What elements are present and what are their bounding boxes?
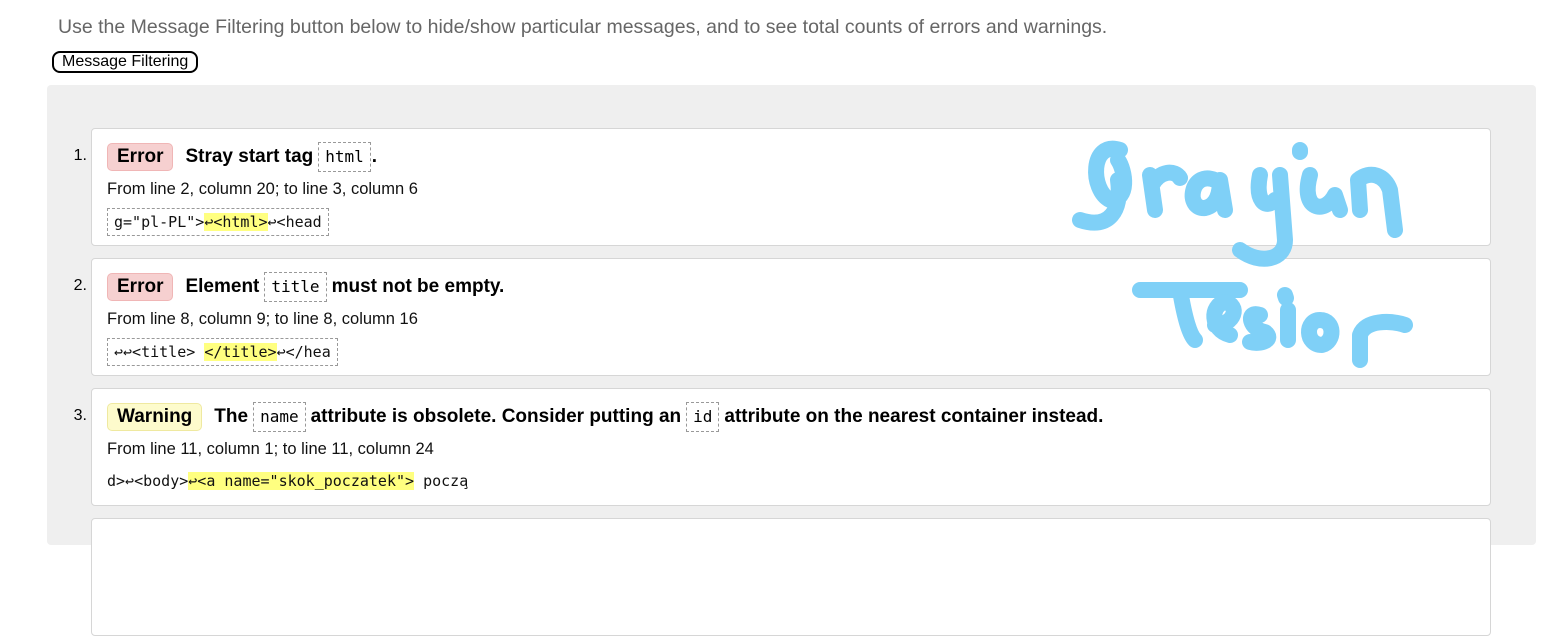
message-headline: Warning The name attribute is obsolete. … [107, 401, 1103, 433]
message-item-4 [91, 518, 1491, 636]
extract-highlight: ↩<html> [204, 213, 268, 231]
message-number: 1. [73, 147, 87, 164]
message-number: 3. [73, 407, 87, 424]
message-text-middle: attribute is obsolete. Consider putting … [310, 406, 682, 427]
message-text-end: . [371, 146, 378, 167]
message-text: Element [185, 276, 260, 297]
extract-after: ↩<head [267, 213, 322, 231]
code-snippet: name [253, 402, 306, 432]
code-snippet: title [264, 272, 327, 302]
message-location: From line 2, column 20; to line 3, colum… [107, 180, 418, 198]
source-extract: g="pl-PL">↩<html>↩<head [107, 208, 329, 236]
intro-text: Use the Message Filtering button below t… [58, 16, 1108, 38]
message-text-end: must not be empty. [331, 276, 505, 297]
handwritten-scribble [1072, 140, 1413, 368]
message-headline: Error Element title must not be empty. [107, 271, 504, 303]
message-text: The [214, 406, 249, 427]
code-snippet: html [318, 142, 371, 172]
message-location: From line 8, column 9; to line 8, column… [107, 310, 418, 328]
extract-after: pocza̧ [414, 472, 469, 490]
message-filtering-button[interactable]: Message Filtering [52, 51, 199, 73]
extract-before: ↩↩<title> [114, 343, 205, 361]
error-badge: Error [107, 143, 174, 171]
message-text-end: attribute on the nearest container inste… [724, 406, 1104, 427]
extract-after: ↩</hea [276, 343, 331, 361]
extract-highlight: </title> [204, 343, 277, 361]
source-extract: ↩↩<title> </title>↩</hea [107, 338, 338, 366]
extract-before: d>↩<body> [107, 472, 189, 490]
code-snippet-2: id [686, 402, 720, 432]
error-badge: Error [107, 273, 174, 301]
message-number: 2. [73, 277, 87, 294]
message-headline: Error Stray start tag html . [107, 141, 377, 173]
warning-badge: Warning [107, 403, 203, 431]
message-location: From line 11, column 1; to line 11, colu… [107, 440, 434, 458]
extract-highlight: ↩<a name="skok_poczatek"> [188, 472, 415, 490]
message-item-3: 3. Warning The name attribute is obsolet… [74, 388, 1491, 506]
extract-before: g="pl-PL"> [114, 213, 205, 231]
message-text: Stray start tag [185, 146, 314, 167]
source-extract: d>↩<body>↩<a name="skok_poczatek"> pocza… [107, 468, 474, 496]
